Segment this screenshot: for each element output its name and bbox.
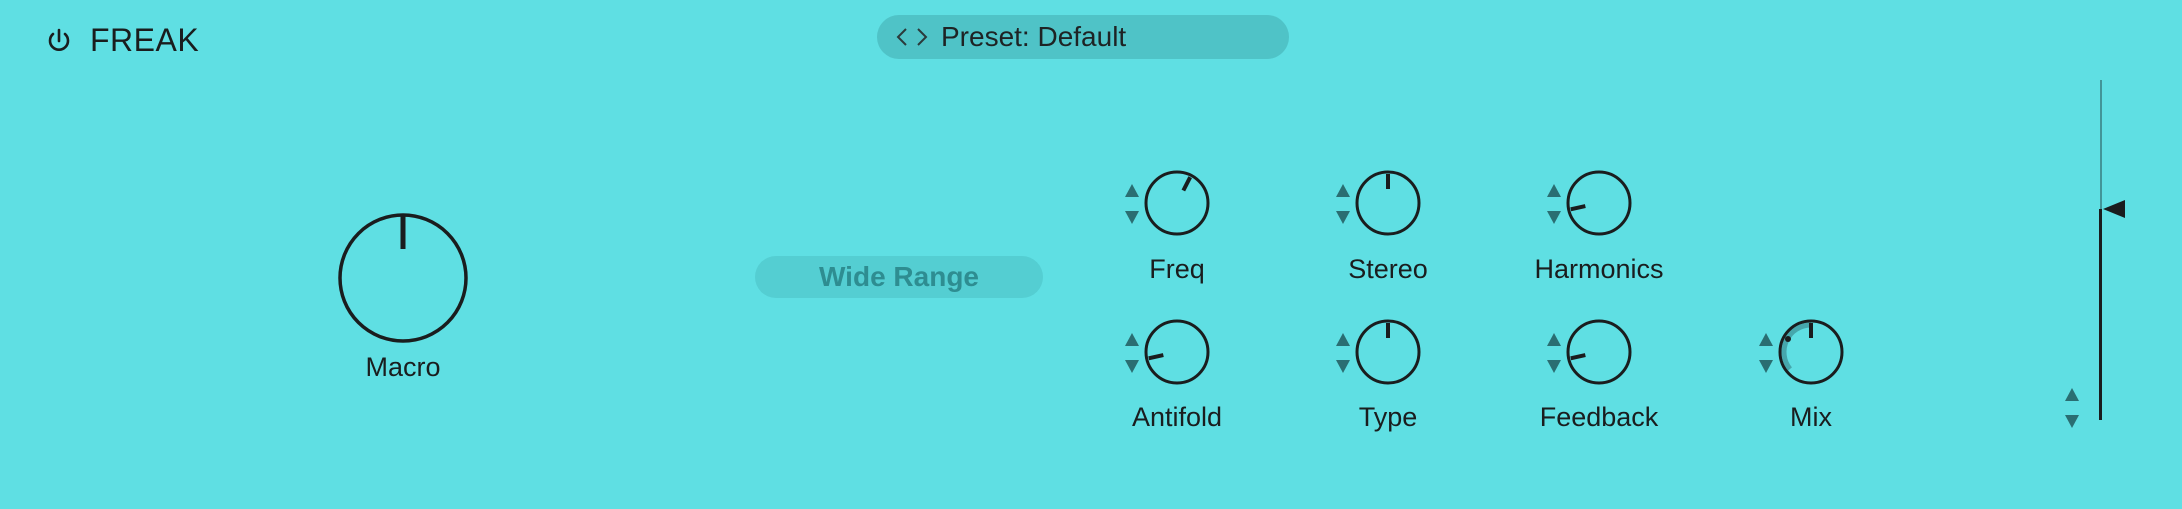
freq-stepper[interactable] (1122, 181, 1142, 227)
stereo-knob[interactable] (1353, 168, 1423, 238)
antifold-knob[interactable] (1142, 317, 1212, 387)
preset-selector[interactable]: Preset: Default (877, 15, 1289, 59)
feedback-stepper[interactable] (1544, 330, 1564, 376)
mix-label: Mix (1790, 402, 1832, 432)
stereo-label: Stereo (1348, 254, 1428, 284)
up-down-arrows-icon (1125, 333, 1139, 373)
type-stepper[interactable] (1333, 330, 1353, 376)
harmonics-label: Harmonics (1534, 254, 1664, 284)
up-down-arrows-icon (1547, 184, 1561, 224)
previous-preset-button[interactable] (893, 26, 911, 48)
freq-knob[interactable] (1142, 168, 1212, 238)
up-down-arrows-icon (1336, 333, 1350, 373)
up-down-arrows-icon (2065, 388, 2079, 428)
triangle-left-icon (2103, 200, 2125, 219)
mix-knob-dot (1785, 336, 1791, 342)
mix-knob[interactable] (1776, 317, 1846, 387)
preset-name: Preset: Default (941, 21, 1127, 52)
type-label: Type (1358, 402, 1418, 432)
macro-label: Macro (365, 352, 441, 382)
antifold-label: Antifold (1131, 402, 1223, 432)
output-fader-handle[interactable] (2101, 197, 2127, 221)
up-down-arrows-icon (1547, 333, 1561, 373)
app-title: FREAK (90, 22, 200, 58)
freq-knob-pointer (1181, 176, 1192, 192)
antifold-knob-pointer (1148, 353, 1164, 361)
feedback-knob-pointer (1570, 353, 1586, 361)
harmonics-knob[interactable] (1564, 168, 1634, 238)
harmonics-stepper[interactable] (1544, 181, 1564, 227)
up-down-arrows-icon (1759, 333, 1773, 373)
feedback-knob[interactable] (1564, 317, 1634, 387)
up-down-arrows-icon (1125, 184, 1139, 224)
harmonics-knob-pointer (1570, 204, 1586, 212)
power-icon (48, 28, 70, 51)
freq-label: Freq (1149, 254, 1205, 284)
antifold-stepper[interactable] (1122, 330, 1142, 376)
wide-range-button[interactable]: Wide Range (755, 256, 1043, 298)
power-button[interactable] (44, 26, 74, 56)
chevron-left-icon (896, 28, 907, 46)
output-stepper[interactable] (2062, 385, 2082, 431)
macro-knob[interactable] (336, 211, 470, 345)
feedback-label: Feedback (1539, 402, 1659, 432)
output-fader-level (2099, 209, 2102, 420)
chevron-right-icon (917, 28, 928, 46)
mix-stepper[interactable] (1756, 330, 1776, 376)
up-down-arrows-icon (1336, 184, 1350, 224)
stereo-stepper[interactable] (1333, 181, 1353, 227)
next-preset-button[interactable] (913, 26, 931, 48)
type-knob[interactable] (1353, 317, 1423, 387)
